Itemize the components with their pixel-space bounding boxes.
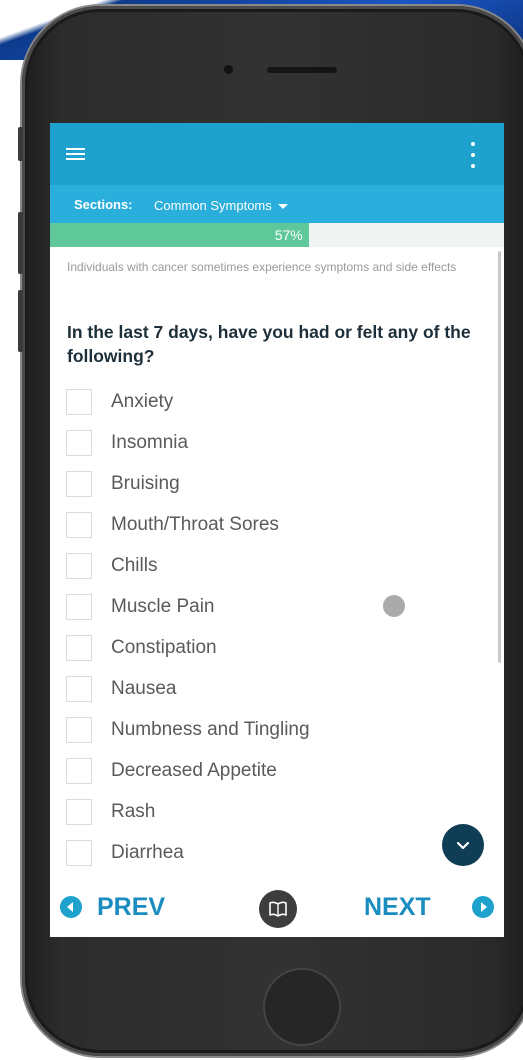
bottom-navigation: PREV NEXT (50, 880, 504, 937)
home-button[interactable] (263, 968, 341, 1046)
checkbox[interactable] (66, 840, 92, 866)
option-label: Decreased Appetite (111, 760, 277, 781)
checkbox[interactable] (66, 430, 92, 456)
volume-up-button[interactable] (18, 212, 23, 274)
option-label: Insomnia (111, 432, 189, 453)
mute-switch[interactable] (18, 127, 23, 161)
scroll-down-button[interactable] (442, 824, 484, 866)
section-dropdown-value: Common Symptoms (154, 198, 272, 213)
checkbox[interactable] (66, 389, 92, 415)
option-nausea[interactable]: Nausea (66, 672, 446, 706)
option-chills[interactable]: Chills (66, 549, 446, 583)
option-bruising[interactable]: Bruising (66, 467, 446, 501)
sections-label: Sections: (74, 197, 133, 212)
next-label: NEXT (364, 893, 431, 921)
front-camera (224, 65, 233, 74)
app-screen: Sections: Common Symptoms 57% Individual… (50, 123, 504, 937)
checkbox[interactable] (66, 471, 92, 497)
checkbox[interactable] (66, 553, 92, 579)
prev-label: PREV (97, 893, 166, 921)
arrow-left-circle-icon (60, 896, 82, 918)
hamburger-menu-icon[interactable] (66, 148, 85, 161)
checkbox[interactable] (66, 717, 92, 743)
option-label: Mouth/Throat Sores (111, 514, 279, 535)
option-decreased-appetite[interactable]: Decreased Appetite (66, 754, 446, 788)
option-label: Constipation (111, 637, 217, 658)
option-label: Bruising (111, 473, 180, 494)
arrow-right-circle-icon (472, 896, 494, 918)
option-mouth-throat-sores[interactable]: Mouth/Throat Sores (66, 508, 446, 542)
progress-fill: 57% (50, 223, 309, 247)
scrollbar[interactable] (498, 251, 501, 663)
option-label: Rash (111, 801, 156, 822)
sections-bar: Sections: Common Symptoms (50, 185, 504, 223)
option-rash[interactable]: Rash (66, 795, 446, 829)
book-button[interactable] (259, 890, 297, 928)
checkbox[interactable] (66, 758, 92, 784)
volume-down-button[interactable] (18, 290, 23, 352)
checkbox[interactable] (66, 635, 92, 661)
option-label: Anxiety (111, 391, 174, 412)
open-book-icon (269, 901, 287, 917)
option-label: Diarrhea (111, 842, 184, 863)
option-anxiety[interactable]: Anxiety (66, 385, 446, 419)
checkbox[interactable] (66, 676, 92, 702)
checkbox[interactable] (66, 594, 92, 620)
prev-button[interactable]: PREV (60, 891, 190, 923)
app-top-bar (50, 123, 504, 185)
option-constipation[interactable]: Constipation (66, 631, 446, 665)
option-label: Muscle Pain (111, 596, 215, 617)
option-numbness-and-tingling[interactable]: Numbness and Tingling (66, 713, 446, 747)
earpiece-speaker (267, 67, 337, 73)
option-insomnia[interactable]: Insomnia (66, 426, 446, 460)
checkbox[interactable] (66, 799, 92, 825)
option-diarrhea[interactable]: Diarrhea (66, 836, 446, 870)
progress-bar: 57% (50, 223, 504, 247)
kebab-more-icon[interactable] (469, 142, 477, 168)
survey-intro-text: Individuals with cancer sometimes experi… (67, 260, 457, 274)
touch-indicator (383, 595, 405, 617)
checkbox[interactable] (66, 512, 92, 538)
caret-down-icon (277, 204, 288, 210)
option-label: Nausea (111, 678, 177, 699)
option-label: Chills (111, 555, 158, 576)
progress-percent-text: 57% (274, 227, 303, 243)
question-text: In the last 7 days, have you had or felt… (67, 322, 471, 366)
section-dropdown[interactable]: Common Symptoms (154, 198, 288, 213)
next-button[interactable]: NEXT (364, 891, 494, 923)
chevron-down-icon (456, 841, 470, 850)
option-label: Numbness and Tingling (111, 719, 310, 740)
